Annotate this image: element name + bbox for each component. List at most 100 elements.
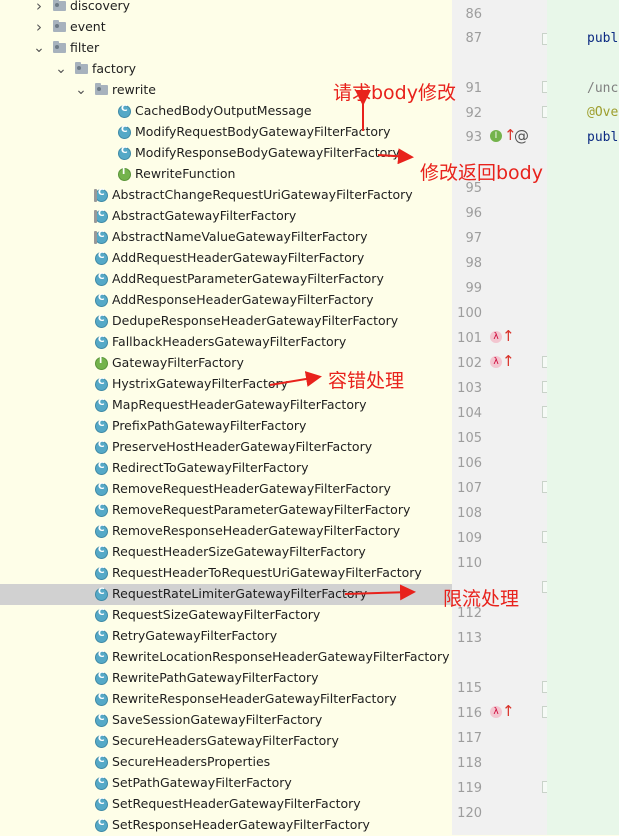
- line-number: 113: [457, 631, 482, 646]
- tree-item[interactable]: RequestHeaderSizeGatewayFilterFactory: [0, 542, 452, 563]
- tree-item[interactable]: FallbackHeadersGatewayFilterFactory: [0, 332, 452, 353]
- class-icon: [95, 482, 108, 496]
- tree-item[interactable]: RequestRateLimiterGatewayFilterFactory: [0, 584, 452, 605]
- interface-icon: [118, 167, 131, 181]
- package-folder-icon: [53, 41, 66, 53]
- chevron-right-icon[interactable]: ›: [33, 0, 45, 15]
- class-icon: [95, 314, 108, 328]
- chevron-down-icon[interactable]: ⌄: [33, 40, 45, 56]
- tree-item-label: RemoveRequestHeaderGatewayFilterFactory: [112, 481, 391, 496]
- tree-item[interactable]: AbstractNameValueGatewayFilterFactory: [0, 227, 452, 248]
- tree-item[interactable]: PreserveHostHeaderGatewayFilterFactory: [0, 437, 452, 458]
- lambda-icon[interactable]: λ: [490, 331, 502, 343]
- tree-item[interactable]: SaveSessionGatewayFilterFactory: [0, 710, 452, 731]
- tree-item[interactable]: PrefixPathGatewayFilterFactory: [0, 416, 452, 437]
- line-number: 107: [457, 481, 482, 496]
- tree-item-label: AddRequestParameterGatewayFilterFactory: [112, 271, 384, 286]
- override-up-icon[interactable]: ↑: [502, 327, 515, 345]
- class-icon: [95, 671, 108, 685]
- line-number: 87: [465, 31, 482, 46]
- tree-item-label: SecureHeadersGatewayFilterFactory: [112, 733, 339, 748]
- tree-item-label: AbstractChangeRequestUriGatewayFilterFac…: [112, 187, 413, 202]
- implements-icon[interactable]: I: [490, 130, 502, 142]
- tree-item[interactable]: › discovery: [0, 0, 452, 17]
- class-icon: [95, 461, 108, 475]
- class-icon: [95, 566, 108, 580]
- lambda-icon[interactable]: λ: [490, 356, 502, 368]
- tree-item-label: SetRequestHeaderGatewayFilterFactory: [112, 796, 361, 811]
- line-number: 119: [457, 781, 482, 796]
- class-icon: [95, 692, 108, 706]
- tree-item-label: rewrite: [112, 82, 156, 97]
- class-icon: [95, 797, 108, 811]
- package-folder-icon: [53, 0, 66, 11]
- tree-item[interactable]: AbstractGatewayFilterFactory: [0, 206, 452, 227]
- tree-item-label: AbstractGatewayFilterFactory: [112, 208, 297, 223]
- tree-item[interactable]: ModifyResponseBodyGatewayFilterFactory: [0, 143, 452, 164]
- tree-item-label: AddRequestHeaderGatewayFilterFactory: [112, 250, 365, 265]
- class-icon: [95, 818, 108, 832]
- tree-item[interactable]: RemoveResponseHeaderGatewayFilterFactory: [0, 521, 452, 542]
- override-up-icon[interactable]: ↑: [502, 352, 515, 370]
- line-number: 106: [457, 456, 482, 471]
- abstract-class-icon: [94, 230, 108, 244]
- tree-item-label: RequestRateLimiterGatewayFilterFactory: [112, 586, 368, 601]
- tree-item[interactable]: RequestSizeGatewayFilterFactory: [0, 605, 452, 626]
- tree-item[interactable]: RewritePathGatewayFilterFactory: [0, 668, 452, 689]
- line-number: 104: [457, 406, 482, 421]
- interface-icon: [95, 356, 108, 370]
- tree-item-label: RewriteFunction: [135, 166, 236, 181]
- line-number: 86: [465, 7, 482, 22]
- tree-item[interactable]: AddResponseHeaderGatewayFilterFactory: [0, 290, 452, 311]
- tree-item[interactable]: DedupeResponseHeaderGatewayFilterFactory: [0, 311, 452, 332]
- class-icon: [118, 125, 131, 139]
- tree-item[interactable]: SetRequestHeaderGatewayFilterFactory: [0, 794, 452, 815]
- chevron-right-icon[interactable]: ›: [33, 18, 45, 36]
- tree-item[interactable]: RemoveRequestParameterGatewayFilterFacto…: [0, 500, 452, 521]
- tree-item-label: HystrixGatewayFilterFactory: [112, 376, 289, 391]
- tree-item-label: factory: [92, 61, 137, 76]
- line-number: 110: [457, 556, 482, 571]
- package-folder-icon: [95, 83, 108, 95]
- tree-item-label: ModifyResponseBodyGatewayFilterFactory: [135, 145, 400, 160]
- tree-item[interactable]: SetResponseHeaderGatewayFilterFactory: [0, 815, 452, 836]
- chevron-down-icon[interactable]: ⌄: [75, 82, 87, 98]
- lambda-icon[interactable]: λ: [490, 706, 502, 718]
- annotation-icon[interactable]: @: [514, 127, 529, 145]
- line-number: 100: [457, 306, 482, 321]
- code-editor[interactable]: publ /unc @Ove publ: [547, 0, 619, 835]
- tree-item-label: RewriteLocationResponseHeaderGatewayFilt…: [112, 649, 450, 664]
- tree-item[interactable]: ModifyRequestBodyGatewayFilterFactory: [0, 122, 452, 143]
- chevron-down-icon[interactable]: ⌄: [55, 61, 67, 77]
- abstract-class-icon: [94, 188, 108, 202]
- tree-item[interactable]: RewriteResponseHeaderGatewayFilterFactor…: [0, 689, 452, 710]
- line-number: 118: [457, 756, 482, 771]
- tree-item[interactable]: › event: [0, 17, 452, 38]
- tree-item[interactable]: RewriteFunction: [0, 164, 452, 185]
- class-icon: [95, 440, 108, 454]
- tree-item-label: ModifyRequestBodyGatewayFilterFactory: [135, 124, 391, 139]
- tree-item[interactable]: ⌄ factory: [0, 59, 452, 80]
- tree-item[interactable]: MapRequestHeaderGatewayFilterFactory: [0, 395, 452, 416]
- tree-item[interactable]: RedirectToGatewayFilterFactory: [0, 458, 452, 479]
- tree-item[interactable]: AddRequestParameterGatewayFilterFactory: [0, 269, 452, 290]
- tree-item[interactable]: RemoveRequestHeaderGatewayFilterFactory: [0, 479, 452, 500]
- tree-item[interactable]: ⌄ filter: [0, 38, 452, 59]
- line-number: 102: [457, 356, 482, 371]
- code-line-93: publ: [587, 130, 619, 145]
- tree-item-label: PreserveHostHeaderGatewayFilterFactory: [112, 439, 373, 454]
- tree-item[interactable]: SecureHeadersGatewayFilterFactory: [0, 731, 452, 752]
- tree-item-label: CachedBodyOutputMessage: [135, 103, 312, 118]
- tree-item[interactable]: SetPathGatewayFilterFactory: [0, 773, 452, 794]
- tree-item[interactable]: RewriteLocationResponseHeaderGatewayFilt…: [0, 647, 452, 668]
- tree-item[interactable]: RetryGatewayFilterFactory: [0, 626, 452, 647]
- override-up-icon[interactable]: ↑: [502, 702, 515, 720]
- tree-item[interactable]: AbstractChangeRequestUriGatewayFilterFac…: [0, 185, 452, 206]
- tree-item[interactable]: RequestHeaderToRequestUriGatewayFilterFa…: [0, 563, 452, 584]
- tree-item-label: AddResponseHeaderGatewayFilterFactory: [112, 292, 374, 307]
- tree-item-label: RewriteResponseHeaderGatewayFilterFactor…: [112, 691, 397, 706]
- line-number: 96: [465, 206, 482, 221]
- tree-item[interactable]: SecureHeadersProperties: [0, 752, 452, 773]
- class-icon: [95, 503, 108, 517]
- tree-item[interactable]: AddRequestHeaderGatewayFilterFactory: [0, 248, 452, 269]
